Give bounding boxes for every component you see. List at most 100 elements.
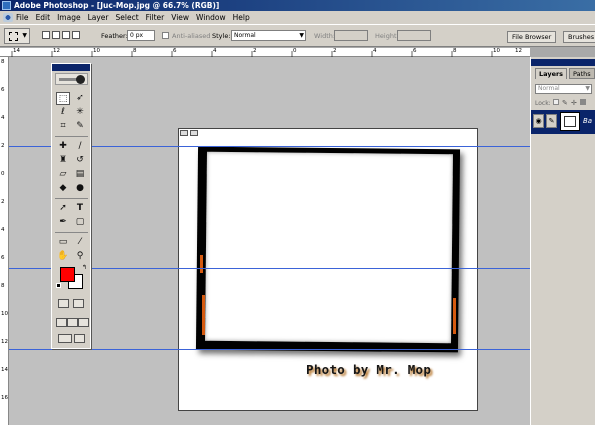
tab-paths[interactable]: Paths	[569, 68, 595, 79]
height-label: Height:	[375, 32, 399, 40]
ruler-label: 10	[1, 311, 8, 317]
menu-layer[interactable]: Layer	[88, 13, 109, 22]
ruler-label: 8	[453, 48, 457, 54]
menu-help[interactable]: Help	[233, 13, 250, 22]
zoom-tool-icon[interactable]: ⚲	[73, 250, 87, 263]
subtract-selection-icon[interactable]	[62, 31, 70, 39]
move-tool-icon[interactable]: ➶	[73, 92, 87, 105]
menu-bar: File Edit Image Layer Select Filter View…	[0, 11, 595, 24]
rect-marquee-icon	[9, 32, 18, 41]
layer-thumbnail	[560, 112, 580, 131]
add-selection-icon[interactable]	[52, 31, 60, 39]
antialiased-label: Anti-aliased	[172, 32, 211, 40]
hand-tool-icon[interactable]: ✋	[56, 250, 70, 263]
ruler-label: 6	[1, 255, 5, 261]
eye-icon	[76, 75, 85, 84]
photo-placeholder	[205, 151, 453, 344]
default-colors-icon[interactable]	[56, 283, 61, 288]
frame-edge-glow	[200, 255, 203, 273]
tab-brushes[interactable]: Brushes	[563, 31, 595, 43]
tool-preset-picker[interactable]: ▼	[4, 28, 30, 44]
tab-layers[interactable]: Layers	[535, 68, 568, 79]
eraser-tool-icon[interactable]: ▱	[56, 168, 70, 181]
menu-view[interactable]: View	[171, 13, 189, 22]
brush-tool-icon[interactable]: ∕	[73, 140, 87, 153]
adobe-online-button[interactable]	[55, 73, 88, 85]
minimize-icon[interactable]	[180, 130, 188, 136]
guide-line[interactable]	[9, 349, 530, 350]
photo-caption: Photo by Mr. Mop	[306, 362, 432, 377]
notes-tool-icon[interactable]: ▭	[56, 236, 70, 249]
magic-wand-tool-icon[interactable]: ✳	[73, 106, 87, 119]
brush-icon[interactable]: ✎	[546, 114, 557, 128]
slice-tool-icon[interactable]: ✎	[73, 120, 87, 133]
swap-colors-icon[interactable]: ↰	[82, 264, 87, 271]
toolbox-title-bar[interactable]	[52, 64, 90, 71]
layers-panel: Layers Paths Normal ▼ Lock: ✎ ✛ ◉ ✎ Ba	[530, 57, 595, 425]
blend-mode-select[interactable]: Normal ▼	[535, 84, 592, 94]
feather-input[interactable]: 0 px	[127, 30, 155, 41]
lock-transparency-icon[interactable]	[553, 99, 559, 105]
ruler-label: 6	[413, 48, 417, 54]
imageready-icon[interactable]	[74, 334, 85, 343]
eye-icon[interactable]: ◉	[533, 114, 544, 128]
rect-marquee-tool-icon[interactable]: ⬚	[56, 92, 70, 105]
antialiased-checkbox[interactable]	[162, 32, 169, 39]
tab-file-browser[interactable]: File Browser	[507, 31, 557, 43]
clone-stamp-tool-icon[interactable]: ♜	[56, 154, 70, 167]
toolbox-divider	[55, 136, 88, 137]
gradient-tool-icon[interactable]: ▤	[73, 168, 87, 181]
height-input[interactable]	[397, 30, 431, 41]
lock-image-icon[interactable]: ✎	[562, 99, 568, 107]
ruler-label: 0	[293, 48, 297, 54]
path-select-tool-icon[interactable]: ➚	[56, 202, 70, 215]
menu-select[interactable]: Select	[116, 13, 139, 22]
jump-to-imageready-icon[interactable]	[58, 334, 72, 343]
ruler-label: 4	[1, 115, 5, 121]
menu-window[interactable]: Window	[196, 13, 226, 22]
new-selection-icon[interactable]	[42, 31, 50, 39]
full-screen-menu-icon[interactable]	[67, 318, 78, 327]
menu-edit[interactable]: Edit	[36, 13, 51, 22]
window-title: Adobe Photoshop - [Juc-Mop.jpg @ 66.7% (…	[14, 1, 220, 10]
menu-filter[interactable]: Filter	[146, 13, 165, 22]
intersect-selection-icon[interactable]	[72, 31, 80, 39]
lock-position-icon[interactable]: ✛	[571, 99, 577, 107]
pen-tool-icon[interactable]: ✒	[56, 216, 70, 229]
width-input[interactable]	[334, 30, 368, 41]
type-tool-icon[interactable]: T	[73, 202, 87, 215]
dodge-tool-icon[interactable]: ●	[73, 182, 87, 195]
layers-panel-title-bar[interactable]	[531, 59, 595, 66]
lasso-tool-icon[interactable]: ℓ	[56, 106, 70, 119]
ruler-label: 2	[333, 48, 337, 54]
toolbox: ⬚ ➶ ℓ ✳ ⌗ ✎ ✚ ∕ ♜ ↺ ▱ ▤ ◆ ● ➚ T ✒ ▢ ▭ ⁄ …	[51, 63, 91, 349]
lock-label: Lock:	[535, 100, 551, 107]
ruler-label: 6	[173, 48, 177, 54]
quick-mask-mode-icon[interactable]	[73, 299, 84, 308]
standard-screen-icon[interactable]	[56, 318, 67, 327]
eyedropper-tool-icon[interactable]: ⁄	[73, 236, 87, 249]
layer-row[interactable]: ◉ ✎ Ba	[531, 110, 595, 134]
ruler-label: 8	[1, 59, 5, 65]
palette-well: File Browser Brushes	[505, 28, 595, 45]
ruler-label: 10	[93, 48, 100, 54]
chevron-down-icon: ▼	[585, 85, 590, 92]
shape-tool-icon[interactable]: ▢	[73, 216, 87, 229]
foreground-color-swatch[interactable]	[60, 267, 75, 282]
menu-image[interactable]: Image	[57, 13, 81, 22]
full-screen-icon[interactable]	[78, 318, 89, 327]
style-select[interactable]: Normal ▼	[231, 30, 306, 41]
ruler-label: 4	[213, 48, 217, 54]
menu-file[interactable]: File	[16, 13, 29, 22]
lock-all-icon[interactable]	[580, 99, 586, 105]
history-brush-tool-icon[interactable]: ↺	[73, 154, 87, 167]
crop-tool-icon[interactable]: ⌗	[56, 120, 70, 133]
feather-label: Feather:	[101, 32, 128, 40]
ruler-label: 14	[1, 367, 8, 373]
blur-tool-icon[interactable]: ◆	[56, 182, 70, 195]
title-bar: Adobe Photoshop - [Juc-Mop.jpg @ 66.7% (…	[0, 0, 595, 11]
healing-brush-tool-icon[interactable]: ✚	[56, 140, 70, 153]
standard-mode-icon[interactable]	[58, 299, 69, 308]
maximize-icon[interactable]	[190, 130, 198, 136]
photoshop-eye-icon[interactable]	[3, 13, 13, 22]
